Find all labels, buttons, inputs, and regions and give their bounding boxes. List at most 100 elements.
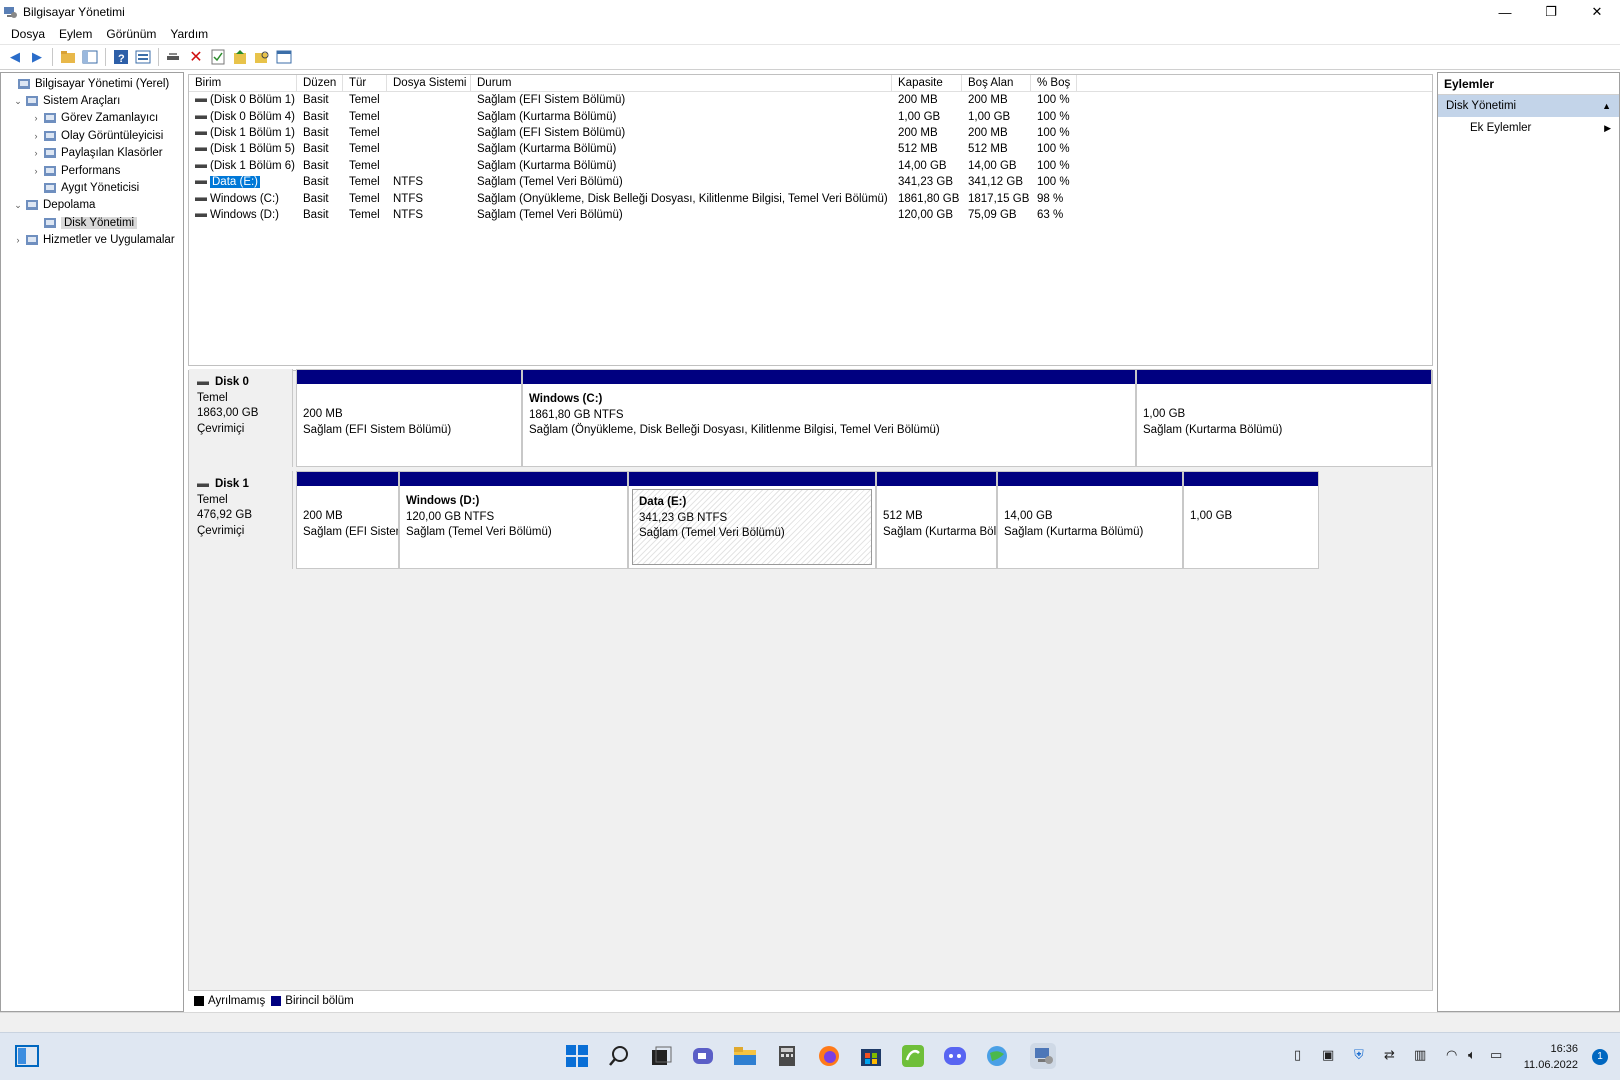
delete-icon[interactable]: ✕ <box>187 48 205 66</box>
up-folder-icon[interactable] <box>59 48 77 66</box>
tree-item[interactable]: › Görev Zamanlayıcı <box>1 110 183 127</box>
tree-item[interactable]: ⌄ Depolama <box>1 197 183 214</box>
table-row[interactable]: Windows (D:) Basit Temel NTFS Sağlam (Temel … <box>189 207 1432 223</box>
disk-info[interactable]: Disk 1 Temel 476,92 GB Çevrimiçi <box>189 471 293 569</box>
cell-duzen: Basit <box>303 110 329 123</box>
expand-chevron-icon[interactable]: ⌄ <box>13 200 23 211</box>
disk-info[interactable]: Disk 0 Temel 1863,00 GB Çevrimiçi <box>189 369 293 467</box>
column-bos-alan[interactable]: Boş Alan <box>962 75 1031 91</box>
menu-dosya[interactable]: Dosya <box>4 27 52 41</box>
expand-chevron-icon[interactable]: › <box>31 131 41 141</box>
discord-icon[interactable] <box>942 1043 968 1069</box>
tree-item[interactable]: ⌄ Sistem Araçları <box>1 92 183 109</box>
usb-icon[interactable]: ▯ <box>1294 1047 1301 1063</box>
menu-bar: Dosya Eylem Görünüm Yardım <box>0 24 1620 44</box>
table-row[interactable]: (Disk 0 Bölüm 1) Basit Temel Sağlam (EFI Si… <box>189 92 1432 108</box>
calculator-icon[interactable] <box>774 1043 800 1069</box>
properties-view-icon[interactable] <box>134 48 152 66</box>
partition-selected[interactable]: Data (E:) 341,23 GB NTFS Sağlam (Temel Ver… <box>628 471 876 569</box>
restore-button[interactable]: ❐ <box>1528 0 1574 24</box>
computer-management-taskbar-icon[interactable] <box>1030 1043 1056 1069</box>
table-row[interactable]: (Disk 0 Bölüm 4) Basit Temel Sağlam (Kurtar… <box>189 108 1432 124</box>
tree-item-label: Aygıt Yöneticisi <box>61 182 140 195</box>
submenu-arrow-icon: ▶ <box>1604 123 1611 133</box>
store-tray-icon[interactable]: ▣ <box>1322 1047 1334 1063</box>
firefox-icon[interactable] <box>816 1043 842 1069</box>
expand-chevron-icon[interactable]: › <box>31 166 41 176</box>
partition[interactable]: 200 MB Sağlam (EFI Sistem Bölümü) <box>296 369 522 467</box>
tree-item[interactable]: › Olay Görüntüleyicisi <box>1 127 183 144</box>
collapse-up-icon[interactable]: ▲ <box>1602 95 1611 117</box>
help-icon[interactable]: ? <box>112 48 130 66</box>
volume-icon[interactable]: 🔈︎ <box>1468 1047 1476 1063</box>
partition-size: 1861,80 GB NTFS <box>529 408 624 421</box>
security-shield-icon[interactable]: ⛨ <box>1354 1047 1364 1063</box>
disk-size: 1863,00 GB <box>197 407 259 419</box>
cell-dosya-sistemi: NTFS <box>393 192 424 205</box>
table-row[interactable]: (Disk 1 Bölüm 1) Basit Temel Sağlam (EFI Si… <box>189 125 1432 141</box>
column-kapasite[interactable]: Kapasite <box>892 75 962 91</box>
tree-item[interactable]: › Hizmetler ve Uygulamalar <box>1 232 183 249</box>
column-durum[interactable]: Durum <box>471 75 892 91</box>
connect-icon[interactable] <box>165 48 183 66</box>
task-view-icon[interactable] <box>648 1043 674 1069</box>
partition-name: Data (E:) <box>639 496 687 508</box>
network-globe-icon[interactable] <box>984 1043 1010 1069</box>
partition[interactable]: Windows (C:) 1861,80 GB NTFS Sağlam (Önyük… <box>522 369 1136 467</box>
tree-item[interactable]: › Paylaşılan Klasörler <box>1 145 183 162</box>
chat-icon[interactable] <box>690 1043 716 1069</box>
export-icon[interactable] <box>231 48 249 66</box>
minimize-button[interactable]: — <box>1482 0 1528 24</box>
show-hide-tree-icon[interactable] <box>81 48 99 66</box>
window-icon[interactable] <box>275 48 293 66</box>
back-icon[interactable]: ◀ <box>6 48 24 66</box>
notification-badge[interactable]: 1 <box>1592 1049 1608 1065</box>
menu-gorunum[interactable]: Görünüm <box>99 27 163 41</box>
table-row[interactable]: (Disk 1 Bölüm 6) Basit Temel Sağlam (Kurtar… <box>189 158 1432 174</box>
table-row[interactable]: Data (E:) Basit Temel NTFS Sağlam (Temel Ver… <box>189 174 1432 190</box>
menu-eylem[interactable]: Eylem <box>52 27 99 41</box>
battery-icon[interactable]: ▭ <box>1490 1047 1502 1063</box>
partition[interactable]: 1,00 GB <box>1183 471 1319 569</box>
checklist-icon[interactable] <box>209 48 227 66</box>
close-button[interactable]: ✕ <box>1574 0 1620 24</box>
seagate-icon[interactable] <box>900 1043 926 1069</box>
search-folder-icon[interactable] <box>253 48 271 66</box>
tree-item[interactable]: Aygıt Yöneticisi <box>1 179 183 196</box>
column-birim[interactable]: Birim <box>189 75 297 91</box>
table-row[interactable]: (Disk 1 Bölüm 5) Basit Temel Sağlam (Kurtar… <box>189 141 1432 157</box>
start-icon[interactable] <box>564 1043 590 1069</box>
partition[interactable]: 14,00 GB Sağlam (Kurtarma Bölümü) <box>997 471 1183 569</box>
store-icon[interactable] <box>858 1043 884 1069</box>
volume-name: (Disk 1 Bölüm 1) <box>210 126 295 139</box>
expand-chevron-icon[interactable]: ⌄ <box>13 96 23 107</box>
column-dosya-sistemi[interactable]: Dosya Sistemi <box>387 75 471 91</box>
disk-name: Disk 1 <box>215 478 249 490</box>
wifi-icon[interactable]: ◠ <box>1446 1047 1457 1063</box>
partition[interactable]: 1,00 GB Sağlam (Kurtarma Bölümü) <box>1136 369 1432 467</box>
tree-item[interactable]: Disk Yönetimi <box>1 214 183 231</box>
tree-item[interactable]: Bilgisayar Yönetimi (Yerel) <box>1 75 183 92</box>
actions-section-disk-yonetimi[interactable]: Disk Yönetimi ▲ <box>1438 95 1619 117</box>
forward-icon[interactable]: ▶ <box>28 48 46 66</box>
clock-time: 16:36 <box>1550 1043 1578 1055</box>
tree-item[interactable]: › Performans <box>1 162 183 179</box>
expand-chevron-icon[interactable]: › <box>31 113 41 123</box>
settings-tray-icon[interactable]: ⇄ <box>1384 1047 1395 1063</box>
search-icon[interactable] <box>606 1043 632 1069</box>
partition[interactable]: 200 MB Sağlam (EFI Sistem Bölümü) <box>296 471 399 569</box>
more-actions-item[interactable]: Ek Eylemler ▶ <box>1438 117 1619 139</box>
widgets-icon[interactable] <box>14 1043 40 1069</box>
file-explorer-icon[interactable] <box>732 1043 758 1069</box>
column-yuzde-bos[interactable]: % Boş <box>1031 75 1077 91</box>
column-duzen[interactable]: Düzen <box>297 75 343 91</box>
clock[interactable]: 16:36 11.06.2022 <box>1524 1041 1578 1073</box>
menu-yardim[interactable]: Yardım <box>163 27 215 41</box>
expand-chevron-icon[interactable]: › <box>13 235 23 245</box>
expand-chevron-icon[interactable]: › <box>31 148 41 158</box>
partition[interactable]: 512 MB Sağlam (Kurtarma Bölümü) <box>876 471 997 569</box>
partition[interactable]: Windows (D:) 120,00 GB NTFS Sağlam (Temel … <box>399 471 628 569</box>
gpu-tray-icon[interactable]: ▥ <box>1414 1047 1426 1063</box>
column-tur[interactable]: Tür <box>343 75 387 91</box>
table-row[interactable]: Windows (C:) Basit Temel NTFS Sağlam (Önyükl… <box>189 190 1432 206</box>
